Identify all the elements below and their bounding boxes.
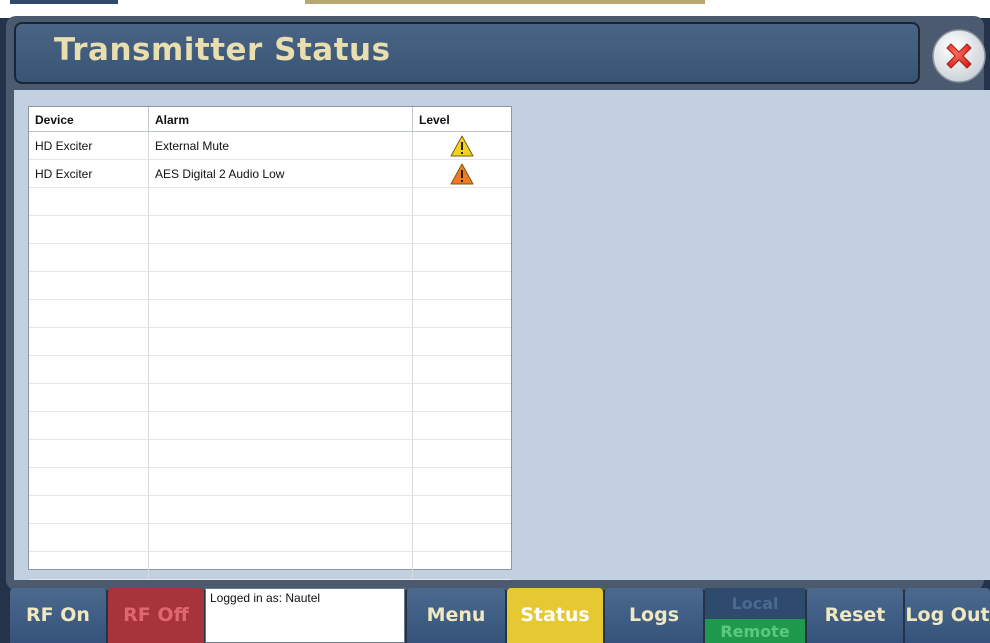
cell-device: HD Exciter <box>29 160 149 187</box>
table-row[interactable] <box>29 412 511 440</box>
cell-device: HD Exciter <box>29 132 149 159</box>
cell-device <box>29 496 149 523</box>
cell-level <box>413 272 511 299</box>
status-button[interactable]: Status <box>507 588 603 643</box>
warning-icon <box>450 163 474 184</box>
top-tab-center <box>305 0 705 4</box>
cell-alarm <box>149 496 413 523</box>
logs-button[interactable]: Logs <box>605 588 703 643</box>
reset-button[interactable]: Reset <box>807 588 903 643</box>
cell-alarm <box>149 384 413 411</box>
table-row[interactable] <box>29 356 511 384</box>
cell-alarm <box>149 440 413 467</box>
cell-device <box>29 188 149 215</box>
table-row[interactable] <box>29 384 511 412</box>
cell-alarm: External Mute <box>149 132 413 159</box>
cell-device <box>29 524 149 551</box>
close-button[interactable] <box>931 28 987 84</box>
top-tab-left <box>10 0 118 4</box>
table-row[interactable] <box>29 552 511 580</box>
table-row[interactable] <box>29 300 511 328</box>
cell-level <box>413 188 511 215</box>
table-row[interactable] <box>29 216 511 244</box>
logout-button[interactable]: Log Out <box>905 588 990 643</box>
cell-alarm <box>149 272 413 299</box>
cell-device <box>29 468 149 495</box>
column-header-device[interactable]: Device <box>29 107 149 131</box>
cell-level <box>413 468 511 495</box>
cell-alarm <box>149 412 413 439</box>
table-row[interactable]: HD Exciter AES Digital 2 Audio Low <box>29 160 511 188</box>
remote-option[interactable]: Remote <box>705 619 805 643</box>
page-title: Transmitter Status <box>54 32 391 68</box>
cell-device <box>29 412 149 439</box>
table-row[interactable] <box>29 496 511 524</box>
cell-level <box>413 300 511 327</box>
cell-alarm <box>149 552 413 579</box>
local-option[interactable]: Local <box>705 588 805 619</box>
cell-alarm <box>149 468 413 495</box>
content-area: Device Alarm Level HD Exciter External Mu… <box>14 90 990 580</box>
cell-level <box>413 552 511 579</box>
cell-level <box>413 440 511 467</box>
rf-off-button[interactable]: RF Off <box>108 588 204 643</box>
cell-level <box>413 496 511 523</box>
table-row[interactable] <box>29 328 511 356</box>
alarm-table: Device Alarm Level HD Exciter External Mu… <box>28 106 512 580</box>
cell-level <box>413 412 511 439</box>
column-header-alarm[interactable]: Alarm <box>149 107 413 131</box>
table-body: HD Exciter External Mute HD Exciter AES Dig… <box>29 132 511 580</box>
header-bar: Transmitter Status <box>14 22 920 84</box>
cell-device <box>29 384 149 411</box>
table-row[interactable] <box>29 272 511 300</box>
cell-alarm <box>149 244 413 271</box>
cell-level <box>413 160 511 187</box>
cell-alarm <box>149 216 413 243</box>
cell-level <box>413 216 511 243</box>
cell-level <box>413 328 511 355</box>
cell-alarm <box>149 356 413 383</box>
cell-device <box>29 440 149 467</box>
table-row[interactable] <box>29 524 511 552</box>
warning-icon <box>450 135 474 156</box>
cell-device <box>29 272 149 299</box>
close-icon <box>932 29 986 83</box>
rf-on-button[interactable]: RF On <box>10 588 106 643</box>
cell-level <box>413 244 511 271</box>
cell-level <box>413 132 511 159</box>
menu-button[interactable]: Menu <box>407 588 505 643</box>
table-row[interactable]: HD Exciter External Mute <box>29 132 511 160</box>
footer-bar: RF On RF Off Logged in as: Nautel Menu S… <box>0 588 990 643</box>
cell-alarm <box>149 300 413 327</box>
table-row[interactable] <box>29 440 511 468</box>
cell-level <box>413 524 511 551</box>
cell-device <box>29 244 149 271</box>
login-status: Logged in as: Nautel <box>205 588 405 643</box>
local-remote-toggle[interactable]: Local Remote <box>705 588 805 643</box>
cell-alarm <box>149 188 413 215</box>
cell-device <box>29 216 149 243</box>
table-row[interactable] <box>29 244 511 272</box>
table-row[interactable] <box>29 468 511 496</box>
table-header: Device Alarm Level <box>29 107 511 132</box>
cell-alarm <box>149 328 413 355</box>
column-header-level[interactable]: Level <box>413 107 511 131</box>
cell-device <box>29 300 149 327</box>
cell-level <box>413 356 511 383</box>
cell-level <box>413 384 511 411</box>
cell-device <box>29 328 149 355</box>
cell-device <box>29 356 149 383</box>
cell-device <box>29 552 149 579</box>
cell-alarm: AES Digital 2 Audio Low <box>149 160 413 187</box>
table-row[interactable] <box>29 188 511 216</box>
cell-alarm <box>149 524 413 551</box>
